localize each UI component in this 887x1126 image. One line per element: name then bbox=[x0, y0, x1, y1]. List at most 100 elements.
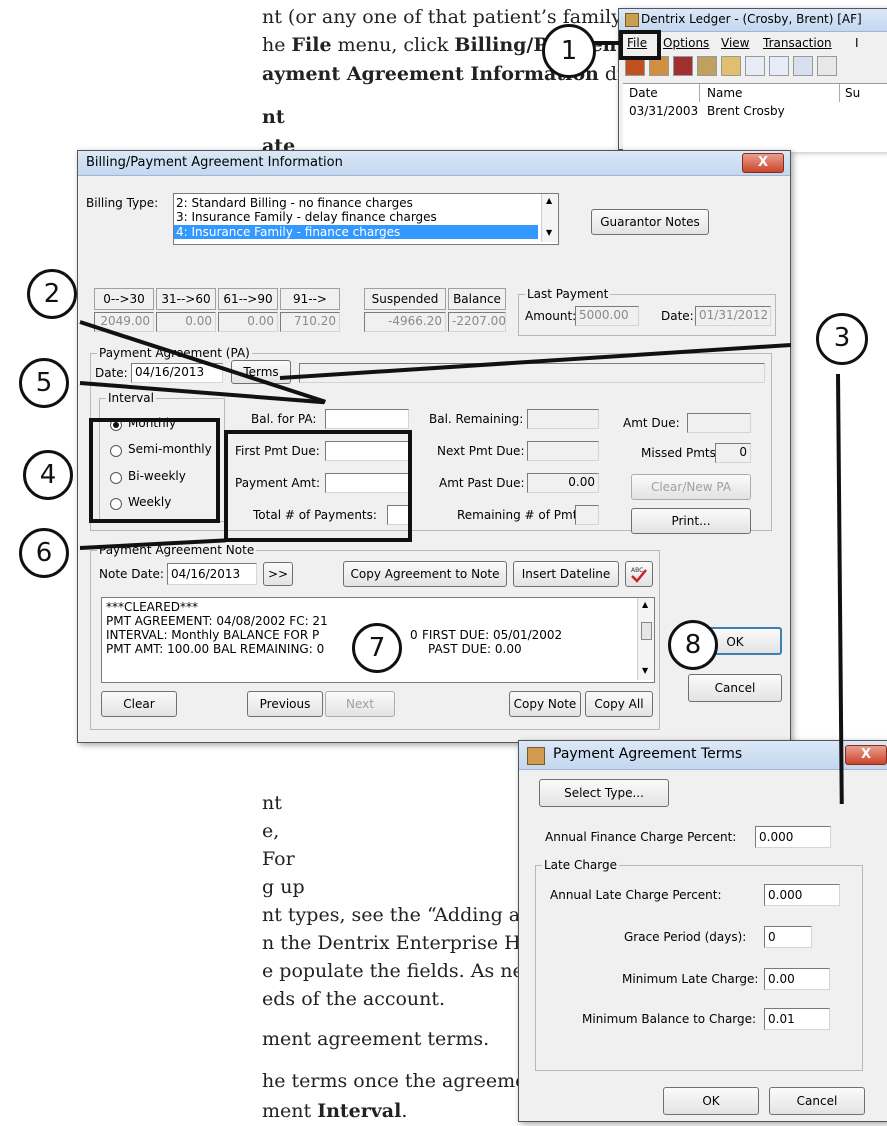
ledger-app-icon bbox=[625, 13, 639, 27]
doc-line: g up bbox=[262, 876, 305, 898]
last-payment-amount: 5000.00 bbox=[575, 306, 639, 326]
col-name: Name bbox=[707, 86, 743, 100]
scroll-down-icon[interactable]: ▼ bbox=[642, 666, 648, 675]
doc-line: e, bbox=[262, 820, 280, 842]
bal-for-pa-label: Bal. for PA: bbox=[251, 412, 317, 426]
pa-date-label: Date: bbox=[95, 366, 128, 380]
billing-option-selected[interactable]: 4: Insurance Family - finance charges bbox=[174, 225, 538, 239]
toolbar-pen-icon[interactable] bbox=[721, 56, 741, 76]
grace-label: Grace Period (days): bbox=[624, 930, 747, 944]
note-line: INTERVAL: Monthly BALANCE FOR P bbox=[106, 628, 320, 642]
spell-check-icon[interactable]: ABC bbox=[625, 561, 653, 587]
copy-all-button[interactable]: Copy All bbox=[585, 691, 653, 717]
interval-title: Interval bbox=[106, 391, 156, 405]
col-date: Date bbox=[629, 86, 658, 100]
row-name[interactable]: Brent Crosby bbox=[707, 104, 785, 118]
note-line: PMT AGREEMENT: 04/08/2002 FC: 21 bbox=[106, 614, 328, 628]
next-pmt-due-label: Next Pmt Due: bbox=[437, 444, 525, 458]
next-button[interactable]: Next bbox=[325, 691, 395, 717]
guarantor-notes-button[interactable]: Guarantor Notes bbox=[591, 209, 709, 235]
scroll-up-icon[interactable]: ▲ bbox=[546, 196, 552, 205]
highlight-file-menu bbox=[619, 30, 661, 60]
toolbar-clock-icon[interactable] bbox=[793, 56, 813, 76]
ledger-toolbar bbox=[625, 56, 887, 78]
late-charge-group: Late Charge Annual Late Charge Percent: … bbox=[535, 858, 863, 1071]
annual-finance-label: Annual Finance Charge Percent: bbox=[545, 830, 737, 844]
menu-transaction[interactable]: Transaction bbox=[763, 36, 832, 50]
ledger-column-header: Date Name Su bbox=[623, 83, 887, 103]
callout-4: 4 bbox=[23, 450, 73, 500]
amt-due-field bbox=[687, 413, 751, 433]
previous-button[interactable]: Previous bbox=[247, 691, 323, 717]
annual-late-field[interactable]: 0.000 bbox=[764, 884, 840, 906]
bal-remaining-field bbox=[527, 409, 599, 429]
callout-1: 1 bbox=[542, 24, 596, 78]
date-label: Date: bbox=[661, 309, 694, 323]
billing-type-list[interactable]: 2: Standard Billing - no finance charges… bbox=[173, 193, 559, 245]
billing-option[interactable]: 2: Standard Billing - no finance charges bbox=[176, 196, 413, 210]
terms-title-bar: Payment Agreement Terms X bbox=[519, 741, 887, 770]
clear-note-button[interactable]: Clear bbox=[101, 691, 177, 717]
scroll-up-icon[interactable]: ▲ bbox=[642, 600, 648, 609]
scroll-down-icon[interactable]: ▼ bbox=[546, 228, 552, 237]
scroll-thumb[interactable] bbox=[641, 622, 652, 640]
annual-finance-field[interactable]: 0.000 bbox=[755, 826, 831, 848]
menu-more[interactable]: I bbox=[855, 36, 859, 50]
toolbar-person-icon[interactable] bbox=[697, 56, 717, 76]
terms-ok-button[interactable]: OK bbox=[663, 1087, 759, 1115]
last-payment-title: Last Payment bbox=[525, 287, 611, 301]
bal-for-pa-field[interactable] bbox=[325, 409, 409, 429]
aging-value: 710.20 bbox=[280, 312, 340, 332]
copy-note-button[interactable]: Copy Note bbox=[509, 691, 581, 717]
note-line-right: FIRST DUE: 05/01/2002 bbox=[422, 628, 563, 642]
aging-value: -4966.20 bbox=[364, 312, 446, 332]
toolbar-card-icon[interactable] bbox=[769, 56, 789, 76]
billing-title-bar: Billing/Payment Agreement Information X bbox=[78, 151, 790, 176]
menu-options[interactable]: Options bbox=[663, 36, 709, 50]
print-button[interactable]: Print... bbox=[631, 508, 751, 534]
aging-header: 0-->30 bbox=[94, 288, 154, 310]
cancel-button[interactable]: Cancel bbox=[688, 674, 782, 702]
min-balance-label: Minimum Balance to Charge: bbox=[582, 1012, 757, 1026]
close-icon[interactable]: X bbox=[845, 745, 887, 765]
billing-option[interactable]: 3: Insurance Family - delay finance char… bbox=[176, 210, 437, 224]
row-date[interactable]: 03/31/2003 bbox=[629, 104, 698, 118]
callout-8: 8 bbox=[668, 620, 718, 670]
doc-line: eds of the account. bbox=[262, 988, 446, 1010]
svg-text:ABC: ABC bbox=[631, 567, 643, 574]
note-line-right: 0 bbox=[410, 628, 418, 642]
toolbar-form-icon[interactable] bbox=[745, 56, 765, 76]
note-next-button[interactable]: >> bbox=[263, 562, 293, 586]
terms-dialog: Payment Agreement Terms X Select Type...… bbox=[518, 740, 887, 1122]
toolbar-more-icon[interactable] bbox=[817, 56, 837, 76]
close-icon[interactable]: X bbox=[742, 153, 784, 173]
ledger-list: 03/31/2003 Brent Crosby bbox=[623, 102, 887, 152]
aging-value: 0.00 bbox=[156, 312, 216, 332]
copy-agreement-button[interactable]: Copy Agreement to Note bbox=[343, 561, 507, 587]
aging-header: 91--> bbox=[280, 288, 340, 310]
note-line: PMT AMT: 100.00 BAL REMAINING: 0 bbox=[106, 642, 325, 656]
missed-pmts-label: Missed Pmts: bbox=[641, 446, 720, 460]
doc-line: nt bbox=[262, 106, 285, 128]
menu-view[interactable]: View bbox=[721, 36, 749, 50]
aging-header: Suspended bbox=[364, 288, 446, 310]
doc-line: ment Interval. bbox=[262, 1100, 408, 1122]
doc-line: nt bbox=[262, 792, 282, 814]
note-scrollbar[interactable]: ▲ ▼ bbox=[637, 598, 654, 680]
grace-field[interactable]: 0 bbox=[764, 926, 812, 948]
aging-header: 31-->60 bbox=[156, 288, 216, 310]
toolbar-book-icon[interactable] bbox=[673, 56, 693, 76]
terms-cancel-button[interactable]: Cancel bbox=[769, 1087, 865, 1115]
missed-pmts-field: 0 bbox=[715, 443, 751, 463]
note-date-label: Note Date: bbox=[99, 567, 164, 581]
clear-new-pa-button[interactable]: Clear/New PA bbox=[631, 474, 751, 500]
doc-line: For bbox=[262, 848, 295, 870]
min-late-field[interactable]: 0.00 bbox=[764, 968, 830, 990]
select-type-button[interactable]: Select Type... bbox=[539, 779, 669, 807]
note-date-field[interactable]: 04/16/2013 bbox=[167, 563, 257, 585]
min-balance-field[interactable]: 0.01 bbox=[764, 1008, 830, 1030]
highlight-interval bbox=[89, 418, 220, 523]
billing-type-scrollbar[interactable]: ▲ ▼ bbox=[541, 194, 558, 242]
billing-type-label: Billing Type: bbox=[86, 196, 159, 210]
insert-dateline-button[interactable]: Insert Dateline bbox=[513, 561, 619, 587]
